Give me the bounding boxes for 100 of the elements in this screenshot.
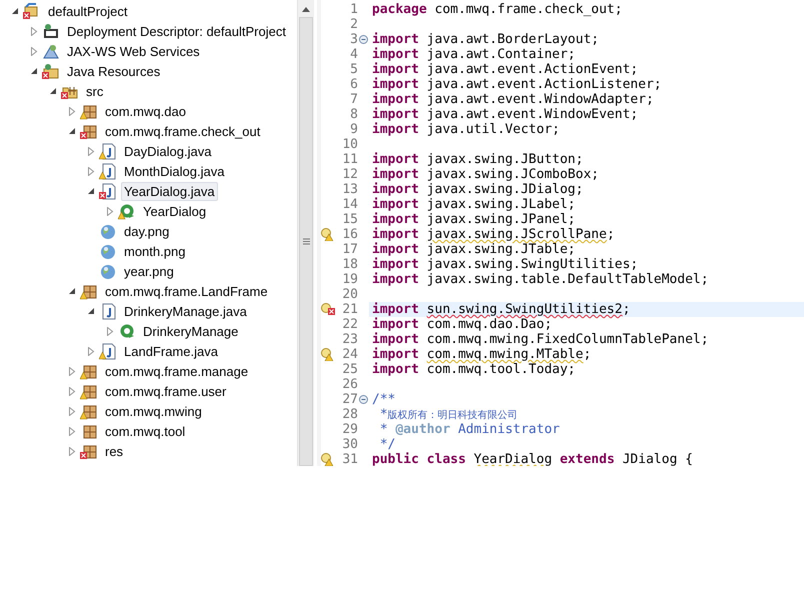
collapsed-arrow-icon[interactable]: [68, 446, 76, 456]
scroll-up-icon[interactable]: [302, 7, 310, 12]
resources-icon: [42, 62, 60, 80]
tree-item[interactable]: month.png: [121, 242, 188, 260]
tree-item[interactable]: com.mwq.frame.manage: [102, 362, 252, 380]
collapsed-arrow-icon[interactable]: [87, 346, 95, 356]
expanded-arrow-icon[interactable]: [49, 87, 57, 95]
descriptor-icon: [42, 22, 60, 40]
collapsed-arrow-icon[interactable]: [106, 326, 114, 336]
line-number: 28: [341, 407, 358, 422]
tree-item[interactable]: com.mwq.frame.user: [102, 382, 230, 400]
scroll-thumb[interactable]: [299, 17, 313, 466]
tree-item[interactable]: src: [83, 82, 106, 100]
package-icon: [80, 442, 98, 460]
expanded-arrow-icon[interactable]: [68, 287, 76, 295]
tree-item[interactable]: DrinkeryManage: [140, 322, 242, 340]
tree-item[interactable]: Java Resources: [64, 62, 164, 80]
package-icon: [80, 102, 98, 120]
code-line: import javax.swing.JLabel;: [371, 197, 576, 212]
tree-item[interactable]: day.png: [121, 222, 172, 240]
code-line: */: [378, 437, 396, 452]
tree-item[interactable]: defaultProject: [45, 2, 130, 20]
line-number: 29: [341, 422, 358, 437]
package-icon: [80, 362, 98, 380]
tree-item[interactable]: YearDialog: [140, 202, 210, 220]
line-number: 16: [341, 227, 358, 242]
code-line: import com.mwq.mwing.FixedColumnTablePanel;: [371, 332, 709, 347]
collapsed-arrow-icon[interactable]: [87, 166, 95, 176]
line-number: 19: [341, 272, 358, 287]
line-number: 17: [341, 242, 358, 257]
line-number: 10: [341, 137, 358, 152]
line-number: 20: [341, 287, 358, 302]
code-line: import java.awt.event.ActionListener;: [371, 77, 662, 92]
collapsed-arrow-icon[interactable]: [87, 146, 95, 156]
class-icon: [118, 322, 136, 340]
code-line: /**: [371, 392, 396, 407]
collapsed-arrow-icon[interactable]: [68, 106, 76, 116]
tree-item[interactable]: YearDialog.java: [121, 182, 218, 200]
line-number: 3: [349, 32, 358, 47]
tree-item[interactable]: DrinkeryManage.java: [121, 302, 250, 320]
collapse-icon[interactable]: [359, 395, 368, 404]
collapsed-arrow-icon[interactable]: [68, 386, 76, 396]
expanded-arrow-icon[interactable]: [68, 127, 76, 135]
code-line: import javax.swing.SwingUtilities;: [371, 257, 638, 272]
line-number: 25: [341, 362, 358, 377]
code-line: import com.mwq.dao.Dao;: [371, 317, 552, 332]
tree-item[interactable]: DayDialog.java: [121, 142, 214, 160]
tree-item[interactable]: com.mwq.mwing: [102, 402, 205, 420]
expanded-arrow-icon[interactable]: [30, 67, 38, 75]
collapsed-arrow-icon[interactable]: [30, 26, 38, 36]
code-line: * @author Administrator: [378, 422, 560, 437]
warning-bulb-icon[interactable]: [321, 453, 333, 466]
tree-item[interactable]: com.mwq.frame.LandFrame: [102, 282, 271, 300]
collapse-icon[interactable]: [359, 35, 368, 44]
line-number: 5: [349, 62, 358, 77]
package-icon: [80, 382, 98, 400]
code-line: import javax.swing.JComboBox;: [371, 167, 599, 182]
line-number: 26: [341, 377, 358, 392]
warning-bulb-icon[interactable]: [321, 228, 333, 241]
code-line: package com.mwq.frame.check_out;: [371, 2, 622, 17]
line-number: 15: [341, 212, 358, 227]
line-number: 9: [349, 122, 358, 137]
java-file-icon: [99, 162, 117, 180]
line-number: 7: [349, 92, 358, 107]
package-icon: [80, 282, 98, 300]
tree-item[interactable]: com.mwq.dao: [102, 102, 189, 120]
code-line: import com.mwq.tool.Today;: [371, 362, 576, 377]
tree-item[interactable]: JAX-WS Web Services: [64, 42, 203, 60]
java-file-icon: [99, 142, 117, 160]
expanded-arrow-icon[interactable]: [11, 7, 19, 15]
error-bulb-icon[interactable]: [321, 303, 335, 316]
code-line: import javax.swing.JPanel;: [371, 212, 576, 227]
line-number: 13: [341, 182, 358, 197]
line-number: 18: [341, 257, 358, 272]
scrollbar[interactable]: [297, 0, 314, 466]
collapsed-arrow-icon[interactable]: [68, 366, 76, 376]
tree-item[interactable]: Deployment Descriptor: defaultProject: [64, 22, 289, 40]
tree-item[interactable]: com.mwq.tool: [102, 422, 188, 440]
code-line: public class YearDialog extends JDialog {: [371, 452, 693, 466]
collapsed-arrow-icon[interactable]: [68, 406, 76, 416]
line-number: 6: [349, 77, 358, 92]
collapsed-arrow-icon[interactable]: [30, 46, 38, 56]
line-number: 4: [349, 47, 358, 62]
code-line: import javax.swing.JDialog;: [371, 182, 584, 197]
tree-item[interactable]: LandFrame.java: [121, 342, 221, 360]
tree-item[interactable]: res: [102, 442, 126, 460]
tree-item[interactable]: MonthDialog.java: [121, 162, 228, 180]
code-line: *版权所有：明日科技有限公司: [378, 406, 518, 422]
tree-item[interactable]: year.png: [121, 262, 177, 280]
warning-bulb-icon[interactable]: [321, 348, 333, 361]
collapsed-arrow-icon[interactable]: [106, 206, 114, 216]
expanded-arrow-icon[interactable]: [87, 307, 95, 315]
collapsed-arrow-icon[interactable]: [68, 426, 76, 436]
package-icon: [80, 402, 98, 420]
code-line: import java.util.Vector;: [371, 122, 560, 137]
tree-item[interactable]: com.mwq.frame.check_out: [102, 122, 264, 140]
code-line: import com.mwq.mwing.MTable;: [371, 347, 592, 362]
java-file-icon: [99, 182, 117, 200]
line-number: 24: [341, 347, 358, 362]
expanded-arrow-icon[interactable]: [87, 187, 95, 195]
